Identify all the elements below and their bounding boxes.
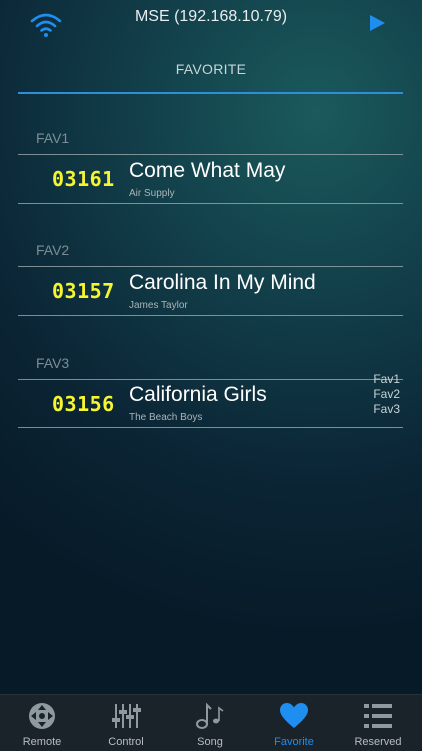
section-title: FAVORITE xyxy=(175,61,247,77)
play-icon[interactable] xyxy=(368,14,386,32)
fav-section-label: FAV3 xyxy=(36,355,70,371)
tab-song[interactable]: Song xyxy=(168,695,252,751)
sliders-icon xyxy=(112,704,141,728)
song-code: 03157 xyxy=(52,279,115,303)
index-item-fav3[interactable]: Fav3 xyxy=(373,402,400,417)
title-divider xyxy=(18,92,403,94)
divider xyxy=(18,203,403,204)
divider xyxy=(18,154,403,155)
divider xyxy=(18,266,403,267)
divider xyxy=(18,379,403,380)
list-icon xyxy=(364,704,392,728)
dpad-icon xyxy=(29,703,55,729)
tab-reserved[interactable]: Reserved xyxy=(336,695,420,751)
song-artist: The Beach Boys xyxy=(129,412,203,423)
index-item-fav2[interactable]: Fav2 xyxy=(373,387,400,402)
tab-label: Favorite xyxy=(274,736,314,748)
heart-icon xyxy=(280,703,308,728)
tab-control[interactable]: Control xyxy=(84,695,168,751)
index-item-fav1[interactable]: Fav1 xyxy=(373,372,400,387)
fav-section-label: FAV1 xyxy=(36,130,70,146)
fav-section-label: FAV2 xyxy=(36,242,70,258)
song-code: 03161 xyxy=(52,167,115,191)
song-title: Carolina In My Mind xyxy=(129,271,316,294)
song-title: Come What May xyxy=(129,159,286,182)
divider xyxy=(18,427,403,428)
tab-label: Remote xyxy=(22,736,62,748)
tab-remote[interactable]: Remote xyxy=(0,695,84,751)
song-code: 03156 xyxy=(52,392,115,416)
music-notes-icon xyxy=(196,702,224,729)
tab-label: Reserved xyxy=(354,736,402,748)
page-title: MSE (192.168.10.79) xyxy=(134,8,288,25)
song-title: California Girls xyxy=(129,383,267,406)
song-artist: James Taylor xyxy=(129,300,188,311)
divider xyxy=(18,315,403,316)
top-bar: MSE (192.168.10.79) xyxy=(0,0,422,40)
tab-bar: Remote Control Song Favorite Reserved xyxy=(0,694,422,751)
tab-label: Control xyxy=(108,736,144,748)
song-artist: Air Supply xyxy=(129,188,175,199)
tab-label: Song xyxy=(197,736,223,748)
tab-favorite[interactable]: Favorite xyxy=(252,695,336,751)
section-index: Fav1 Fav2 Fav3 xyxy=(373,372,400,417)
